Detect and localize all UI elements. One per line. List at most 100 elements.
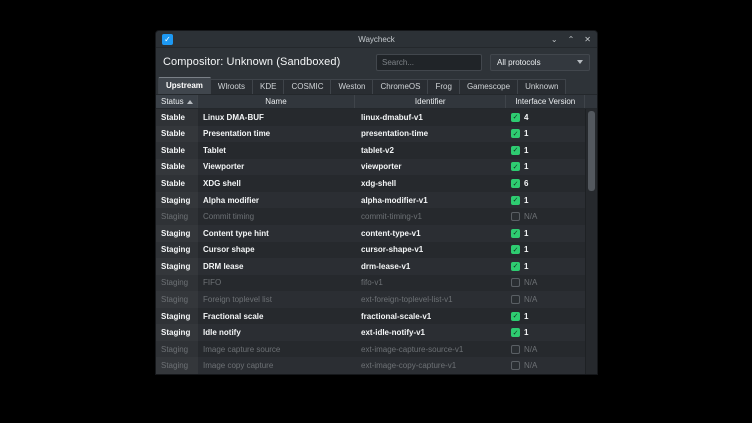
table-row[interactable]: Staging FIFO fifo-v1 N/A (156, 275, 585, 292)
availability-checkbox: ✓ (511, 196, 520, 205)
column-header-identifier[interactable]: Identifier (355, 95, 506, 108)
status-cell: Stable (156, 159, 198, 176)
identifier-cell: ext-image-capture-source-v1 (356, 341, 508, 358)
maximize-icon[interactable]: ⌃ (568, 34, 575, 45)
chevron-down-icon (577, 60, 583, 64)
version-value: 4 (524, 113, 528, 122)
minimize-icon[interactable]: ⌄ (551, 34, 558, 45)
version-value: 1 (524, 328, 528, 337)
table-row[interactable]: Staging Image copy capture ext-image-cop… (156, 357, 585, 374)
name-cell: Idle notify (198, 324, 356, 341)
close-icon[interactable]: ✕ (584, 34, 591, 45)
version-value: 1 (524, 229, 528, 238)
availability-checkbox (511, 212, 520, 221)
availability-checkbox: ✓ (511, 262, 520, 271)
name-cell: Linux DMA-BUF (198, 109, 356, 126)
tab-kde[interactable]: KDE (253, 79, 284, 94)
tab-cosmic[interactable]: COSMIC (284, 79, 331, 94)
version-value: 6 (524, 179, 528, 188)
table-row[interactable]: Stable XDG shell xdg-shell ✓ 6 (156, 175, 585, 192)
toolbar: Compositor: Unknown (Sandboxed) All prot… (156, 48, 597, 76)
name-cell: Viewporter (198, 159, 356, 176)
version-cell: ✓ 1 (508, 159, 585, 176)
name-cell: Commit timing (198, 208, 356, 225)
name-cell: Alpha modifier (198, 192, 356, 209)
name-cell: Fractional scale (198, 308, 356, 325)
sort-ascending-icon (187, 100, 193, 104)
compositor-label: Compositor: Unknown (Sandboxed) (163, 56, 340, 68)
tab-gamescope[interactable]: Gamescope (460, 79, 518, 94)
status-cell: Stable (156, 126, 198, 143)
identifier-cell: ext-image-copy-capture-v1 (356, 357, 508, 374)
table-row[interactable]: Stable Presentation time presentation-ti… (156, 126, 585, 143)
tab-chromeos[interactable]: ChromeOS (373, 79, 428, 94)
version-value: 1 (524, 262, 528, 271)
status-cell: Staging (156, 275, 198, 292)
table-row[interactable]: Staging Idle notify ext-idle-notify-v1 ✓… (156, 324, 585, 341)
identifier-cell: fractional-scale-v1 (356, 308, 508, 325)
protocol-filter-dropdown[interactable]: All protocols (490, 54, 590, 71)
version-cell: ✓ 1 (508, 142, 585, 159)
table-row[interactable]: Staging Fractional scale fractional-scal… (156, 308, 585, 325)
availability-checkbox: ✓ (511, 245, 520, 254)
column-header-version[interactable]: Interface Version (506, 95, 585, 108)
identifier-cell: tablet-v2 (356, 142, 508, 159)
identifier-cell: linux-dmabuf-v1 (356, 109, 508, 126)
identifier-cell: drm-lease-v1 (356, 258, 508, 275)
identifier-cell: content-type-v1 (356, 225, 508, 242)
identifier-cell: alpha-modifier-v1 (356, 192, 508, 209)
waycheck-app-icon[interactable]: ✓ (162, 34, 173, 45)
table-row[interactable]: Staging Cursor shape cursor-shape-v1 ✓ 1 (156, 242, 585, 259)
table-row[interactable]: Stable Tablet tablet-v2 ✓ 1 (156, 142, 585, 159)
tab-wlroots[interactable]: Wlroots (211, 79, 253, 94)
column-header-status[interactable]: Status (156, 95, 198, 108)
tab-unknown[interactable]: Unknown (518, 79, 566, 94)
table-row[interactable]: Staging Commit timing commit-timing-v1 N… (156, 208, 585, 225)
vertical-scrollbar[interactable] (585, 109, 597, 374)
availability-checkbox: ✓ (511, 129, 520, 138)
availability-checkbox (511, 295, 520, 304)
version-cell: ✓ 1 (508, 308, 585, 325)
version-value: N/A (524, 278, 537, 287)
titlebar[interactable]: ✓ Waycheck ⌄ ⌃ ✕ (156, 31, 597, 48)
status-cell: Staging (156, 242, 198, 259)
table-row[interactable]: Stable Viewporter viewporter ✓ 1 (156, 159, 585, 176)
status-cell: Staging (156, 258, 198, 275)
name-cell: XDG shell (198, 175, 356, 192)
version-value: N/A (524, 295, 537, 304)
column-header-name[interactable]: Name (198, 95, 355, 108)
name-cell: Tablet (198, 142, 356, 159)
version-cell: N/A (508, 341, 585, 358)
tab-upstream[interactable]: Upstream (158, 77, 211, 94)
version-cell: ✓ 4 (508, 109, 585, 126)
table-row[interactable]: Staging Alpha modifier alpha-modifier-v1… (156, 192, 585, 209)
version-cell: N/A (508, 291, 585, 308)
status-cell: Staging (156, 357, 198, 374)
availability-checkbox: ✓ (511, 146, 520, 155)
table-row[interactable]: Stable Linux DMA-BUF linux-dmabuf-v1 ✓ 4 (156, 109, 585, 126)
identifier-cell: fifo-v1 (356, 275, 508, 292)
tab-bar: UpstreamWlrootsKDECOSMICWestonChromeOSFr… (156, 76, 597, 94)
status-cell: Staging (156, 192, 198, 209)
availability-checkbox: ✓ (511, 229, 520, 238)
search-input[interactable] (376, 54, 482, 71)
scrollbar-thumb[interactable] (588, 111, 595, 191)
waycheck-window: ✓ Waycheck ⌄ ⌃ ✕ Compositor: Unknown (Sa… (155, 30, 598, 375)
version-cell: ✓ 1 (508, 225, 585, 242)
table-row[interactable]: Staging Foreign toplevel list ext-foreig… (156, 291, 585, 308)
name-cell: Foreign toplevel list (198, 291, 356, 308)
availability-checkbox: ✓ (511, 328, 520, 337)
window-title: Waycheck (156, 35, 597, 44)
availability-checkbox: ✓ (511, 179, 520, 188)
status-cell: Staging (156, 291, 198, 308)
table-row[interactable]: Staging Content type hint content-type-v… (156, 225, 585, 242)
protocol-filter-value: All protocols (497, 58, 541, 67)
version-value: N/A (524, 345, 537, 354)
tab-frog[interactable]: Frog (428, 79, 459, 94)
table-row[interactable]: Staging Image capture source ext-image-c… (156, 341, 585, 358)
tab-weston[interactable]: Weston (331, 79, 373, 94)
table-row[interactable]: Staging DRM lease drm-lease-v1 ✓ 1 (156, 258, 585, 275)
name-cell: Image capture source (198, 341, 356, 358)
name-cell: Cursor shape (198, 242, 356, 259)
version-cell: ✓ 1 (508, 192, 585, 209)
